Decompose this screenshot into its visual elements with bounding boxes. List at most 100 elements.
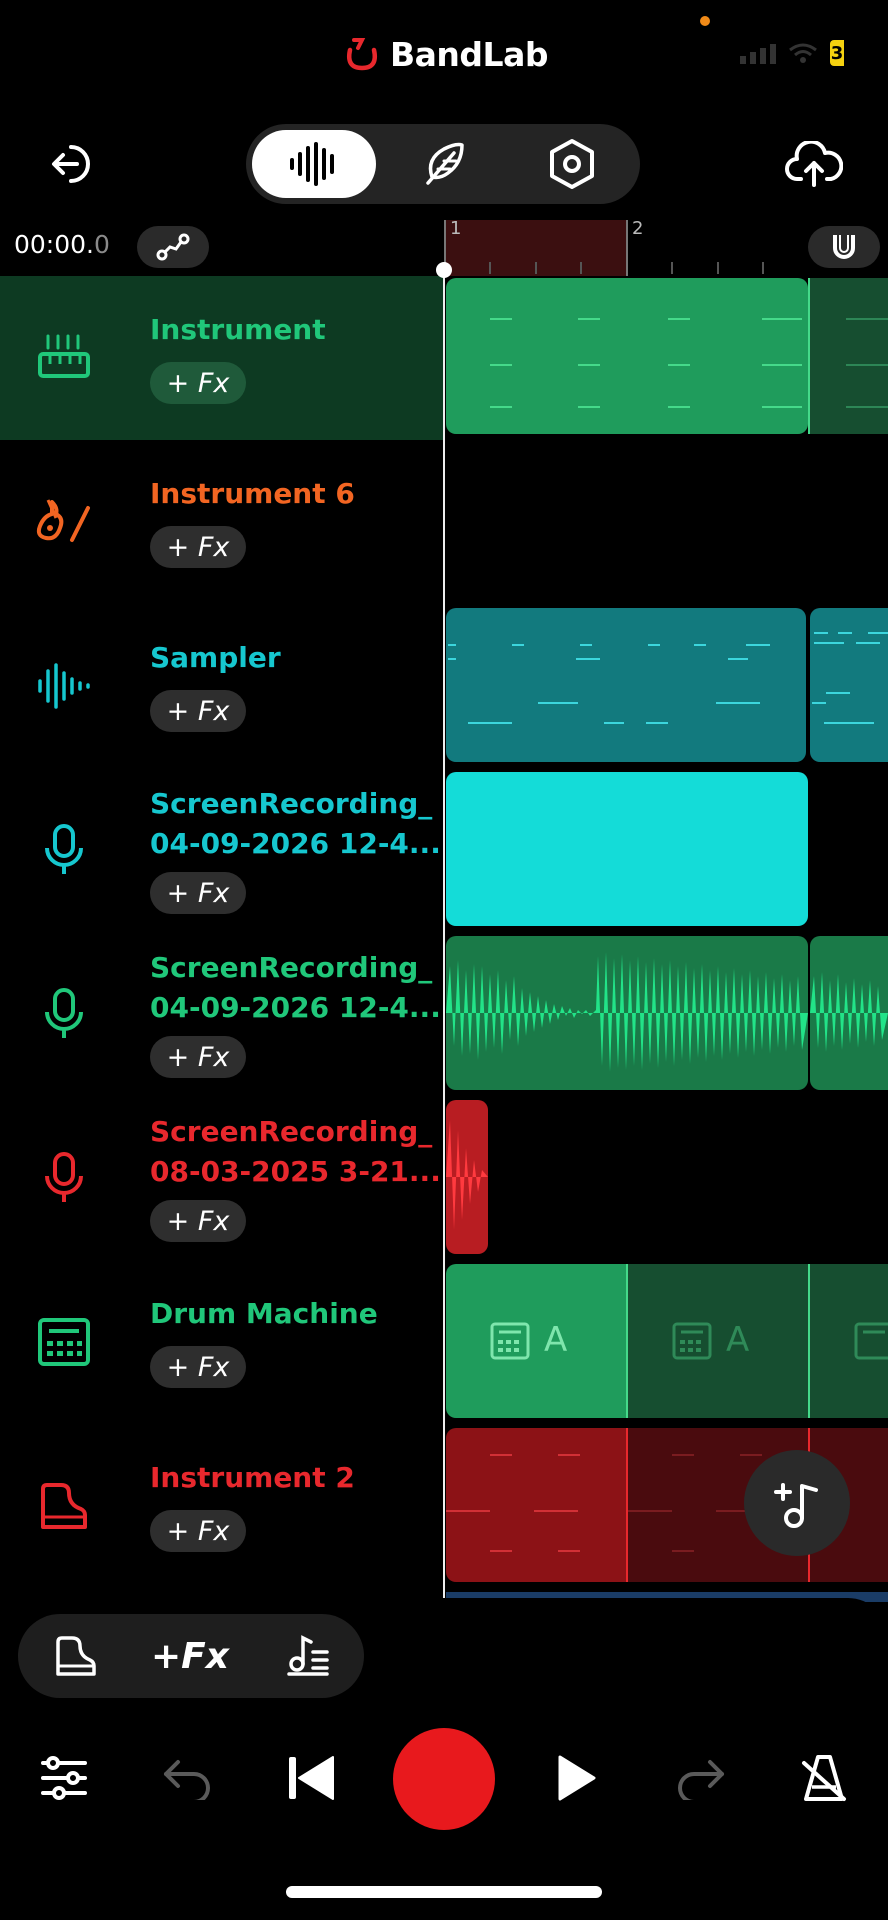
playhead-line[interactable] xyxy=(443,266,445,1600)
privacy-indicator-dot xyxy=(700,16,710,26)
add-fx-button[interactable]: + Fx xyxy=(150,872,246,914)
track-tools-bar: +Fx xyxy=(18,1614,364,1698)
wifi-icon xyxy=(789,43,817,63)
ruler-tick xyxy=(671,262,673,274)
fx-button[interactable]: +Fx xyxy=(150,1626,230,1686)
undo-icon xyxy=(164,1760,210,1800)
bandlab-logo-icon xyxy=(347,38,377,71)
waveform-graphic xyxy=(446,952,808,1072)
track-header-8[interactable]: Instrument 2 + Fx xyxy=(0,1424,444,1588)
ruler-number-1: 1 xyxy=(450,218,462,239)
record-button[interactable] xyxy=(393,1728,495,1830)
skip-back-icon xyxy=(289,1756,334,1800)
drum-pattern-clip[interactable]: A xyxy=(628,1264,808,1418)
sampler-clip[interactable] xyxy=(446,608,806,762)
editor-button[interactable] xyxy=(268,1626,348,1686)
time-main: 00:00. xyxy=(14,230,94,259)
pattern-label: A xyxy=(544,1320,568,1360)
automation-icon xyxy=(156,233,190,261)
track-header-1[interactable]: Instrument + Fx xyxy=(0,276,444,440)
audio-clip[interactable] xyxy=(446,1100,488,1254)
playback-time: 00:00.0 xyxy=(14,230,110,259)
microphone-icon xyxy=(34,984,94,1044)
track-header-7[interactable]: Drum Machine + Fx xyxy=(0,1260,444,1424)
ruler-tick xyxy=(489,262,491,274)
add-fx-button[interactable]: + Fx xyxy=(150,1036,246,1078)
add-fx-button[interactable]: + Fx xyxy=(150,1346,246,1388)
play-icon xyxy=(558,1755,596,1801)
signal-icon xyxy=(740,44,776,64)
ruler-tick xyxy=(717,262,719,274)
time-ms: 0 xyxy=(94,230,110,259)
ruler-tick xyxy=(580,262,582,274)
pattern-label: A xyxy=(726,1320,750,1360)
midi-clip[interactable] xyxy=(810,278,888,434)
status-bar: 3 xyxy=(740,40,844,66)
track-header-3[interactable]: Sampler + Fx xyxy=(0,604,444,768)
drum-machine-icon xyxy=(34,1312,94,1372)
ruler-number-2: 2 xyxy=(632,218,644,239)
track-name: Instrument 2 xyxy=(150,1461,355,1494)
add-note-icon xyxy=(774,1483,818,1528)
metronome-button[interactable] xyxy=(784,1738,864,1818)
audio-clip[interactable] xyxy=(446,936,808,1090)
brand-name: BandLab xyxy=(390,34,548,74)
piano-icon xyxy=(34,1476,94,1536)
ruler-bar-2 xyxy=(626,220,628,276)
add-fx-button[interactable]: + Fx xyxy=(150,1510,246,1552)
track-name: Instrument 6 xyxy=(150,477,355,510)
home-indicator xyxy=(286,1886,602,1898)
midi-clip[interactable] xyxy=(446,1428,626,1582)
settings-mode-tab[interactable] xyxy=(510,130,634,198)
brand-logo: BandLab xyxy=(342,30,548,78)
track-name: Drum Machine xyxy=(150,1297,378,1330)
ruler-tick xyxy=(535,262,537,274)
microphone-icon xyxy=(34,1148,94,1208)
feather-icon xyxy=(426,142,464,185)
ruler-tick xyxy=(762,262,764,274)
playhead-handle[interactable] xyxy=(436,262,452,278)
exit-button[interactable] xyxy=(34,126,110,202)
mixer-button[interactable] xyxy=(24,1738,104,1818)
drum-machine-icon xyxy=(672,1322,712,1360)
track-name: ScreenRecording_ 04-09-2026 12-4... xyxy=(150,787,441,860)
add-fx-button[interactable]: + Fx xyxy=(150,362,246,404)
microphone-icon xyxy=(34,820,94,880)
add-track-button[interactable] xyxy=(744,1450,850,1556)
audio-clip[interactable] xyxy=(810,936,888,1090)
upload-button[interactable] xyxy=(776,126,852,202)
track-header-6[interactable]: ScreenRecording_ 08-03-2025 3-21... + Fx xyxy=(0,1096,444,1260)
view-mode-switcher xyxy=(246,124,640,204)
track-header-2[interactable]: Instrument 6 + Fx xyxy=(0,440,444,604)
audio-clip[interactable] xyxy=(446,772,808,926)
battery-indicator: 3 xyxy=(830,40,844,66)
drum-machine-icon xyxy=(854,1322,888,1360)
snap-button[interactable] xyxy=(808,226,880,268)
track-header-4[interactable]: ScreenRecording_ 04-09-2026 12-4... + Fx xyxy=(0,768,444,932)
track-name: Instrument xyxy=(150,313,326,346)
add-fx-button[interactable]: + Fx xyxy=(150,1200,246,1242)
hexagon-settings-icon xyxy=(550,139,594,189)
sampler-clip[interactable] xyxy=(810,608,888,762)
sampler-wave-icon xyxy=(34,656,94,716)
undo-button[interactable] xyxy=(148,1738,228,1818)
keyboard-icon xyxy=(34,326,94,386)
track-name: Sampler xyxy=(150,641,281,674)
drum-pattern-clip[interactable]: A xyxy=(446,1264,626,1418)
play-button[interactable] xyxy=(536,1738,616,1818)
lyrics-mode-tab[interactable] xyxy=(381,130,505,198)
add-fx-button[interactable]: + Fx xyxy=(150,526,246,568)
automation-button[interactable] xyxy=(137,226,209,268)
skip-back-button[interactable] xyxy=(272,1738,352,1818)
drum-pattern-clip[interactable] xyxy=(810,1264,888,1418)
mixer-sliders-icon xyxy=(41,1756,87,1800)
magnet-icon xyxy=(833,235,855,259)
waveform-mode-tab[interactable] xyxy=(252,130,376,198)
instrument-button[interactable] xyxy=(36,1626,116,1686)
add-fx-button[interactable]: + Fx xyxy=(150,690,246,732)
redo-button[interactable] xyxy=(660,1738,740,1818)
exit-icon xyxy=(52,145,90,183)
midi-clip[interactable] xyxy=(446,278,808,434)
track-name: ScreenRecording_ 04-09-2026 12-4... xyxy=(150,951,441,1024)
track-header-5[interactable]: ScreenRecording_ 04-09-2026 12-4... + Fx xyxy=(0,932,444,1096)
